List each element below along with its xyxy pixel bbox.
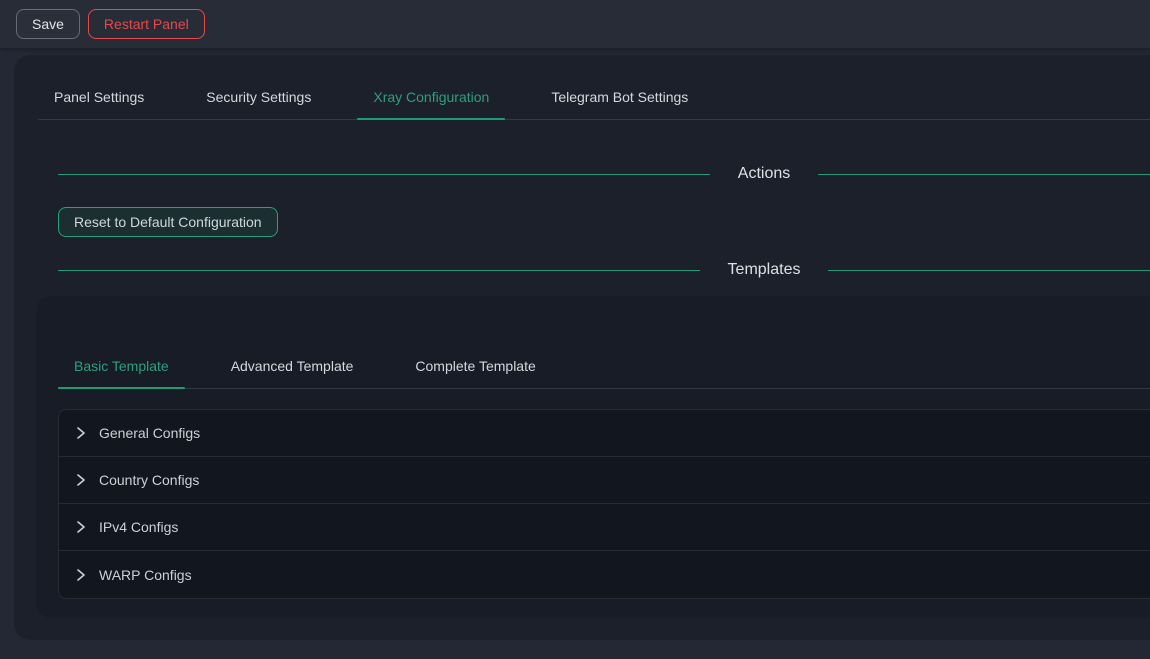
tab-xray-configuration[interactable]: Xray Configuration [357,75,505,119]
templates-divider-label: Templates [728,261,801,279]
tab-complete-template[interactable]: Complete Template [399,344,551,388]
divider-line [828,270,1150,271]
templates-divider: Templates [58,259,1150,281]
restart-panel-button[interactable]: Restart Panel [88,9,205,39]
tab-security-settings[interactable]: Security Settings [190,75,327,119]
settings-card: Panel Settings Security Settings Xray Co… [14,55,1150,640]
tab-panel-settings[interactable]: Panel Settings [38,75,160,119]
save-button[interactable]: Save [16,9,80,39]
actions-divider-label: Actions [738,165,790,183]
settings-tab-bar: Panel Settings Security Settings Xray Co… [38,75,1150,120]
top-action-bar: Save Restart Panel [0,0,1150,48]
collapse-item-ipv4-configs[interactable]: IPv4 Configs [59,504,1150,551]
reset-to-default-button[interactable]: Reset to Default Configuration [58,207,278,237]
divider-line [58,270,700,271]
tab-basic-template[interactable]: Basic Template [58,344,185,388]
collapse-item-country-configs[interactable]: Country Configs [59,457,1150,504]
templates-card: Basic Template Advanced Template Complet… [36,296,1150,618]
collapse-item-warp-configs[interactable]: WARP Configs [59,551,1150,598]
chevron-right-icon [75,426,87,440]
page: Save Restart Panel Panel Settings Securi… [0,0,1150,659]
tab-telegram-bot-settings[interactable]: Telegram Bot Settings [535,75,704,119]
collapse-item-general-configs[interactable]: General Configs [59,410,1150,457]
chevron-right-icon [75,568,87,582]
xray-configuration-pane: Actions Reset to Default Configuration T… [38,163,1150,618]
actions-divider: Actions [58,163,1150,185]
divider-line [58,174,710,175]
collapse-item-label: IPv4 Configs [99,519,178,535]
config-collapse-list: General Configs Country Configs IPv4 Con… [58,409,1150,599]
tab-advanced-template[interactable]: Advanced Template [215,344,370,388]
divider-line [818,174,1150,175]
collapse-item-label: General Configs [99,425,200,441]
chevron-right-icon [75,520,87,534]
template-tab-bar: Basic Template Advanced Template Complet… [58,344,1150,389]
collapse-item-label: Country Configs [99,472,199,488]
collapse-item-label: WARP Configs [99,567,192,583]
chevron-right-icon [75,473,87,487]
